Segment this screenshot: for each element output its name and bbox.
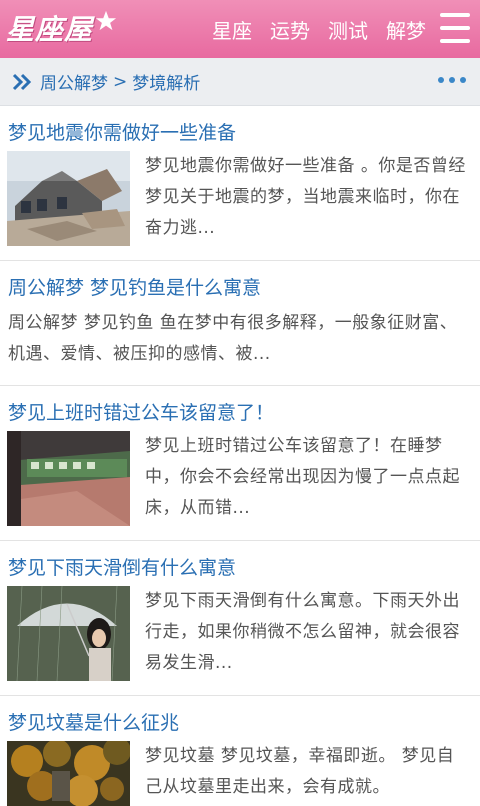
logo-text: 星座屋 bbox=[6, 13, 94, 46]
breadcrumb-link-zhougong[interactable]: 周公解梦 bbox=[40, 69, 108, 94]
list-item[interactable]: 梦见下雨天滑倒有什么寓意 梦见下雨天滑倒有什么寓意。下雨天外出行走，如果你稍微不… bbox=[0, 541, 480, 696]
hamburger-menu-icon[interactable] bbox=[440, 13, 470, 43]
breadcrumb-current[interactable]: 梦境解析 bbox=[132, 69, 200, 94]
list-item[interactable]: 梦见上班时错过公车该留意了！ 梦见上班时错过公车该留意了！在睡梦中，你会不会经常… bbox=[0, 386, 480, 541]
list-item[interactable]: 周公解梦 梦见钓鱼是什么寓意 周公解梦 梦见钓鱼 鱼在梦中有很多解释，一般象征财… bbox=[0, 261, 480, 386]
article-summary: 梦见地震你需做好一些准备 。你是否曾经梦见关于地震的梦，当地震来临时，你在奋力逃… bbox=[145, 156, 466, 238]
article-summary: 梦见下雨天滑倒有什么寓意。下雨天外出行走，如果你稍微不怎么留神，就会很容易发生滑… bbox=[145, 591, 460, 673]
double-chevron-right-icon bbox=[12, 73, 32, 91]
article-list: 梦见地震你需做好一些准备 梦见地震你需做好一些准备 。你是否曾经梦见关于地震的梦… bbox=[0, 106, 480, 806]
article-title[interactable]: 梦见下雨天滑倒有什么寓意 bbox=[0, 553, 244, 583]
breadcrumb-separator: > bbox=[113, 71, 128, 92]
star-icon bbox=[95, 10, 117, 32]
article-thumbnail[interactable] bbox=[7, 741, 130, 806]
nav-yunshi[interactable]: 运势 bbox=[270, 15, 310, 44]
article-title[interactable]: 梦见坟墓是什么征兆 bbox=[0, 708, 187, 738]
nav-xingzuo[interactable]: 星座 bbox=[212, 15, 252, 44]
article-title[interactable]: 梦见上班时错过公车该留意了！ bbox=[0, 398, 282, 428]
article-summary: 梦见坟墓 梦见坟墓，幸福即逝。 梦见自己从坟墓里走出来，会有成就。 bbox=[145, 746, 455, 797]
article-summary: 周公解梦 梦见钓鱼 鱼在梦中有很多解释，一般象征财富、机遇、爱情、被压抑的感情、… bbox=[8, 313, 458, 364]
article-thumbnail[interactable] bbox=[7, 151, 130, 246]
logo[interactable]: 星座屋 bbox=[6, 6, 117, 50]
nav-jiemeng[interactable]: 解梦 bbox=[386, 15, 426, 44]
top-bar: 星座屋 星座 运势 测试 解梦 bbox=[0, 0, 480, 58]
nav-ceshi[interactable]: 测试 bbox=[328, 15, 368, 44]
list-item[interactable]: 梦见坟墓是什么征兆 梦见坟墓 梦见坟墓，幸福即逝。 梦见自己从坟墓里走出来，会有… bbox=[0, 696, 480, 806]
main-nav: 星座 运势 测试 解梦 bbox=[212, 0, 444, 58]
article-thumbnail[interactable] bbox=[7, 431, 130, 526]
article-title[interactable]: 梦见地震你需做好一些准备 bbox=[0, 118, 244, 148]
list-item[interactable]: 梦见地震你需做好一些准备 梦见地震你需做好一些准备 。你是否曾经梦见关于地震的梦… bbox=[0, 106, 480, 261]
article-summary: 梦见上班时错过公车该留意了！在睡梦中，你会不会经常出现因为慢了一点点起床，从而错… bbox=[145, 436, 460, 518]
article-thumbnail[interactable] bbox=[7, 586, 130, 681]
breadcrumb: 周公解梦 > 梦境解析 bbox=[0, 58, 480, 106]
article-title[interactable]: 周公解梦 梦见钓鱼是什么寓意 bbox=[0, 273, 269, 303]
more-options-icon[interactable] bbox=[438, 77, 466, 83]
